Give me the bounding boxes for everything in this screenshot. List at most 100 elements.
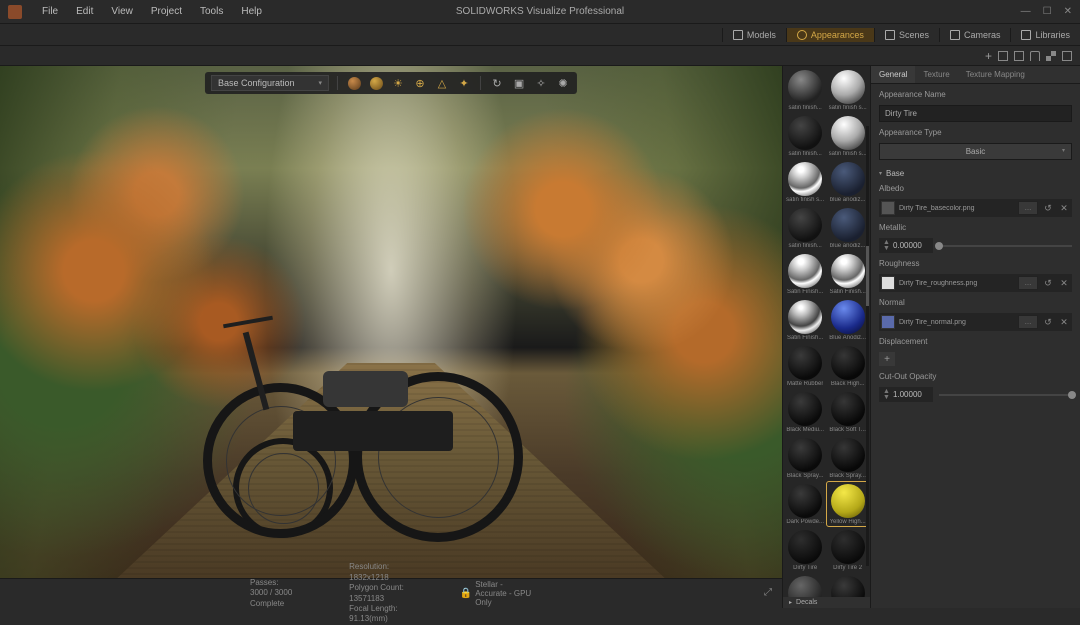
roughness-chip[interactable] <box>881 276 895 290</box>
swatch-label: blue anodiz... <box>830 197 866 203</box>
normal-reset-icon[interactable]: ↺ <box>1042 316 1054 328</box>
appearance-type-select[interactable]: Basic <box>879 143 1072 160</box>
swatch-15[interactable]: Black Soft T... <box>827 390 868 434</box>
normal-remove-icon[interactable]: ✕ <box>1058 316 1070 328</box>
camera-icon[interactable]: ▣ <box>511 75 527 91</box>
minimize-button[interactable]: — <box>1021 6 1031 17</box>
swatch-19[interactable]: Yellow High... <box>827 482 868 526</box>
tab-appearances[interactable]: Appearances <box>786 28 874 42</box>
tab-models[interactable]: Models <box>722 28 786 42</box>
albedo-reset-icon[interactable]: ↺ <box>1042 202 1054 214</box>
grid-large-icon[interactable] <box>1046 51 1056 61</box>
albedo-file: Dirty Tire_basecolor.png <box>899 205 1014 212</box>
swatch-label: Black High... <box>831 381 865 387</box>
material-sphere-icon <box>788 300 822 334</box>
list-icon[interactable] <box>1062 51 1072 61</box>
cutout-value[interactable]: 1.00000 <box>893 390 929 399</box>
menu-project[interactable]: Project <box>143 4 190 19</box>
sun-icon[interactable]: ☀ <box>390 75 406 91</box>
prop-tab-general[interactable]: General <box>871 66 915 83</box>
swatch-20[interactable]: Dirty Tire <box>785 528 825 572</box>
material-sphere-icon <box>831 70 865 104</box>
axes-icon[interactable]: ✦ <box>456 75 472 91</box>
globe-icon[interactable]: ⊕ <box>412 75 428 91</box>
menu-tools[interactable]: Tools <box>192 4 231 19</box>
metallic-spinner[interactable]: ▲▼ 0.00000 <box>879 238 933 253</box>
roughness-reset-icon[interactable]: ↺ <box>1042 277 1054 289</box>
normal-browse-button[interactable]: … <box>1018 315 1038 329</box>
swatch-16[interactable]: Black Spray... <box>785 436 825 480</box>
model-trike[interactable] <box>203 296 533 546</box>
swatch-7[interactable]: blue anodiz... <box>827 206 868 250</box>
magic-icon[interactable]: ✺ <box>555 75 571 91</box>
library-scrollbar[interactable] <box>866 126 869 566</box>
library-grid: satin finish...satin finish s...satin fi… <box>783 66 870 608</box>
grid-small-icon[interactable] <box>1030 51 1040 61</box>
swatch-18[interactable]: Dark Powde... <box>785 482 825 526</box>
metallic-slider[interactable] <box>939 245 1072 247</box>
swatch-17[interactable]: Black Spray... <box>827 436 868 480</box>
window-title: SOLIDWORKS Visualize Professional <box>456 6 624 17</box>
albedo-remove-icon[interactable]: ✕ <box>1058 202 1070 214</box>
status-passes: Passes: 3000 / 3000 <box>250 578 294 599</box>
swatch-0[interactable]: satin finish... <box>785 68 825 112</box>
prop-tab-texture-mapping[interactable]: Texture Mapping <box>958 66 1033 83</box>
swatch-2[interactable]: satin finish... <box>785 114 825 158</box>
spinner-arrows[interactable]: ▲▼ <box>883 240 890 251</box>
roughness-remove-icon[interactable]: ✕ <box>1058 277 1070 289</box>
properties-panel: General Texture Texture Mapping Appearan… <box>870 66 1080 608</box>
swatch-4[interactable]: satin finish s... <box>785 160 825 204</box>
menu-edit[interactable]: Edit <box>68 4 101 19</box>
metallic-value[interactable]: 0.00000 <box>893 241 929 250</box>
appearance-name-input[interactable] <box>879 105 1072 122</box>
swatch-12[interactable]: Matte Rubber <box>785 344 825 388</box>
tab-cameras[interactable]: Cameras <box>939 28 1011 42</box>
add-button[interactable]: + <box>985 49 992 63</box>
tool-icon-2[interactable] <box>1014 51 1024 61</box>
cutout-spinner[interactable]: ▲▼ 1.00000 <box>879 387 933 402</box>
tab-scenes[interactable]: Scenes <box>874 28 939 42</box>
render-viewport[interactable]: Base Configuration ☀ ⊕ △ ✦ ↻ ▣ ✧ ✺ <box>0 66 782 578</box>
material-sphere-icon <box>831 300 865 334</box>
swatch-3[interactable]: satin finish s... <box>827 114 868 158</box>
sparkle-icon[interactable]: ✧ <box>533 75 549 91</box>
maximize-button[interactable]: ☐ <box>1043 6 1052 17</box>
close-button[interactable]: ✕ <box>1064 6 1072 17</box>
triangle-icon[interactable]: △ <box>434 75 450 91</box>
menu-view[interactable]: View <box>103 4 141 19</box>
swatch-13[interactable]: Black High... <box>827 344 868 388</box>
metallic-slider-thumb[interactable] <box>935 242 943 250</box>
swatch-6[interactable]: satin finish... <box>785 206 825 250</box>
configuration-select[interactable]: Base Configuration <box>211 75 329 91</box>
swatch-8[interactable]: Satin Finish... <box>785 252 825 296</box>
wireframe-icon[interactable] <box>368 75 384 91</box>
swatch-5[interactable]: blue anodiz... <box>827 160 868 204</box>
cutout-slider-thumb[interactable] <box>1068 391 1076 399</box>
spinner-arrows[interactable]: ▲▼ <box>883 389 890 400</box>
albedo-chip[interactable] <box>881 201 895 215</box>
swatch-11[interactable]: Blue Anodiz... <box>827 298 868 342</box>
displacement-add-button[interactable]: + <box>879 352 895 366</box>
library-decals-section[interactable]: Decals <box>783 597 870 608</box>
cutout-slider[interactable] <box>939 394 1072 396</box>
refresh-icon[interactable]: ↻ <box>489 75 505 91</box>
swatch-14[interactable]: Black Mediu... <box>785 390 825 434</box>
tool-icon-1[interactable] <box>998 51 1008 61</box>
section-base[interactable]: Base <box>879 169 1072 178</box>
prop-tab-texture[interactable]: Texture <box>915 66 957 83</box>
separator <box>337 76 338 90</box>
swatch-10[interactable]: Satin Finish... <box>785 298 825 342</box>
albedo-browse-button[interactable]: … <box>1018 201 1038 215</box>
expand-button[interactable]: ⤢ <box>764 587 772 598</box>
swatch-21[interactable]: Dirty Tire 2 <box>827 528 868 572</box>
tab-libraries[interactable]: Libraries <box>1010 28 1080 42</box>
menu-help[interactable]: Help <box>233 4 270 19</box>
scrollbar-thumb[interactable] <box>866 246 869 306</box>
swatch-label: satin finish s... <box>786 197 824 203</box>
normal-chip[interactable] <box>881 315 895 329</box>
swatch-9[interactable]: Satin Finish... <box>827 252 868 296</box>
menu-file[interactable]: File <box>34 4 66 19</box>
appearance-shader-icon[interactable] <box>346 75 362 91</box>
swatch-1[interactable]: satin finish s... <box>827 68 868 112</box>
roughness-browse-button[interactable]: … <box>1018 276 1038 290</box>
